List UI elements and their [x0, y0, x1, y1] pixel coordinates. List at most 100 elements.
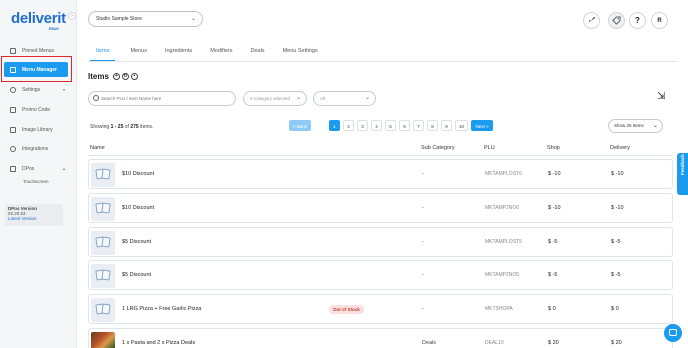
chevron-down-icon: ⌄	[652, 123, 658, 129]
sidebar-subitem-touchscreen[interactable]: Touchscreen	[23, 179, 49, 184]
showing-suffix: items.	[140, 124, 154, 130]
sidebar-item-promo-code[interactable]: Promo Code	[4, 102, 68, 117]
gear-icon	[10, 86, 16, 93]
item-sub-category: -	[422, 272, 424, 278]
page-button[interactable]: 3	[357, 120, 368, 131]
item-sub-category: -	[422, 239, 424, 245]
page-size-value: Show 25 Items	[614, 123, 644, 128]
item-plu: MKTAMPLOST5	[485, 239, 522, 245]
table-row[interactable]: $5 Discount - MKTAMPLOST5 $ -5 $ -5	[88, 227, 673, 257]
pin-icon	[10, 47, 16, 54]
tab-divider	[88, 61, 678, 62]
item-name: $5 Discount	[122, 239, 152, 245]
category-select[interactable]: 0 Category selected ⌄	[243, 91, 307, 106]
page-button[interactable]: 9	[441, 120, 452, 131]
page-size-select[interactable]: Show 25 Items ⌄	[608, 119, 663, 133]
showing-range: 1 - 25	[110, 124, 124, 130]
sidebar-item-dpos[interactable]: DPos ▴	[4, 161, 68, 176]
item-thumbnail	[91, 163, 115, 187]
help-icon: ?	[635, 16, 640, 25]
tab-ingredients[interactable]: Ingredients	[159, 45, 198, 61]
item-name: $10 Discount	[122, 205, 155, 211]
page-title: Items + ↻ ▪	[88, 72, 138, 81]
page-button[interactable]: 6	[399, 120, 410, 131]
integrations-icon	[10, 145, 16, 152]
search-icon	[93, 95, 99, 101]
prev-page-button[interactable]: < Back	[289, 120, 311, 131]
tab-items[interactable]: Items	[90, 45, 116, 61]
chevron-down-icon: ⌄	[295, 95, 301, 101]
table-row[interactable]: $10 Discount - MKTAMPLOST6 $ -10 $ -10	[88, 159, 673, 189]
search-input[interactable]	[88, 91, 236, 106]
item-delivery-price: $ -10	[611, 171, 624, 177]
pagination: < Back 1 2 3 4 5 6 7 8 9 10 Next >	[289, 120, 496, 131]
brand-logo-sub: EBUS	[49, 27, 59, 31]
rocket-button[interactable]	[583, 12, 600, 29]
filter-icon[interactable]: ⇲	[657, 91, 669, 103]
add-icon[interactable]: +	[112, 73, 120, 80]
sidebar-item-integrations[interactable]: Integrations	[4, 141, 68, 156]
showing-of: of	[124, 124, 129, 130]
column-header-name[interactable]: Name	[90, 145, 105, 151]
chat-button[interactable]	[664, 324, 682, 342]
type-select[interactable]: All ⌄	[313, 91, 376, 106]
table-row[interactable]: 1 LRG Pizza + Free Garlic Pizza Out of S…	[88, 294, 673, 324]
column-header-sub-category[interactable]: Sub Category	[421, 145, 455, 151]
store-select-value: Studio Sample Store	[96, 16, 142, 22]
item-delivery-price: $ -5	[611, 272, 621, 278]
tab-modifiers[interactable]: Modifiers	[204, 45, 238, 61]
column-header-plu[interactable]: PLU	[484, 145, 495, 151]
type-select-value: All	[320, 96, 326, 101]
app-root: deliverit EBUS › Pinned Menus Menu Manag…	[0, 0, 688, 348]
brand-logo[interactable]: deliverit	[11, 10, 66, 27]
tab-menus[interactable]: Menus	[124, 45, 153, 61]
page-button[interactable]: 8	[427, 120, 438, 131]
page-button[interactable]: 2	[343, 120, 354, 131]
next-page-button[interactable]: Next >	[471, 120, 494, 131]
help-button[interactable]: ?	[629, 12, 646, 29]
user-initial: R	[657, 17, 662, 24]
table-row[interactable]: $5 Discount - MKTAMP2NO5 $ -5 $ -5	[88, 260, 673, 290]
sidebar-item-label: Pinned Menus	[22, 47, 54, 54]
rocket-icon	[588, 16, 596, 24]
sidebar-item-settings[interactable]: Settings ▾	[4, 82, 68, 97]
column-header-delivery[interactable]: Delivery	[610, 145, 630, 151]
user-avatar[interactable]: R	[651, 12, 668, 29]
item-delivery-price: $ -10	[611, 205, 624, 211]
item-plu: MKTAMP2NO6	[485, 205, 520, 211]
tab-deals[interactable]: Deals	[245, 45, 271, 61]
item-shop-price: $ 0	[548, 306, 556, 312]
table-row[interactable]: 1 x Pasta and 2 x Pizza Deals Deals DEAL…	[88, 328, 673, 348]
page-button[interactable]: 10	[455, 120, 469, 131]
item-delivery-price: $ -5	[611, 239, 621, 245]
store-select[interactable]: Studio Sample Store ⌄	[88, 11, 203, 27]
table-header: Name Sub Category PLU Shop Delivery	[88, 140, 673, 156]
out-of-stock-badge: Out of Stock	[329, 305, 364, 314]
sidebar-item-label: Settings	[22, 86, 41, 93]
chevron-down-icon: ⌄	[364, 95, 370, 101]
feedback-tab[interactable]: Feedback	[677, 153, 688, 195]
table-row[interactable]: $10 Discount - MKTAMP2NO6 $ -10 $ -10	[88, 193, 673, 223]
latest-version-link[interactable]: Latest Version	[8, 216, 60, 221]
sync-icon[interactable]: ↻	[121, 73, 129, 80]
item-plu: MKTSHOPA	[485, 306, 513, 312]
item-plu: MKTAMPLOST6	[485, 171, 522, 177]
item-delivery-price: $ 0	[611, 306, 619, 312]
item-name: $10 Discount	[122, 171, 155, 177]
column-header-shop[interactable]: Shop	[547, 145, 560, 151]
pos-icon	[10, 165, 16, 172]
sidebar-item-label: Integrations	[22, 145, 49, 152]
sidebar-item-image-library[interactable]: Image Library	[4, 122, 68, 137]
sidebar: deliverit EBUS › Pinned Menus Menu Manag…	[0, 0, 77, 348]
item-delivery-price: $ 20	[611, 340, 622, 346]
showing-total: 275	[130, 124, 139, 130]
delete-icon[interactable]: ▪	[130, 73, 138, 80]
page-button[interactable]: 7	[413, 120, 424, 131]
chat-icon	[669, 329, 677, 336]
page-button[interactable]: 1	[329, 120, 340, 131]
tag-button[interactable]	[608, 12, 625, 29]
tab-menu-settings[interactable]: Menu Settings	[277, 45, 324, 61]
collapse-sidebar-button[interactable]: ›	[68, 12, 76, 20]
page-button[interactable]: 5	[385, 120, 396, 131]
page-button[interactable]: 4	[371, 120, 382, 131]
